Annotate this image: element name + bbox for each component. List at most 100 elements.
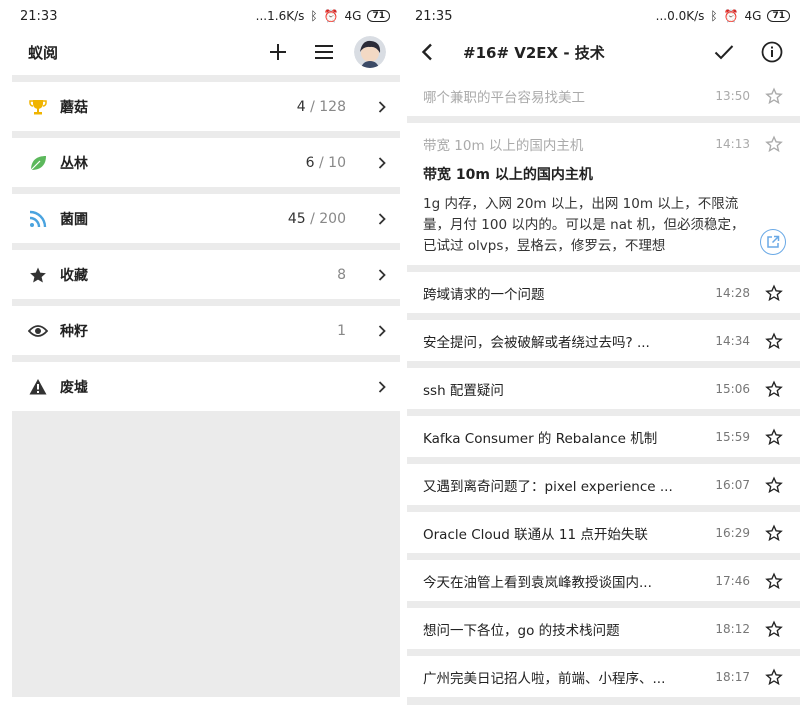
article-item[interactable]: 今天在油管上看到袁岚峰教授谈国内... 17:46 <box>407 560 800 601</box>
open-link-icon[interactable] <box>760 229 786 255</box>
category-item-ruins[interactable]: 废墟 <box>12 362 400 411</box>
info-icon[interactable] <box>758 38 786 66</box>
star-icon <box>28 265 48 285</box>
article-row: 安全提问，会被破解或者绕过去吗? ... 14:34 <box>423 320 784 361</box>
category-label: 种籽 <box>60 323 88 340</box>
left-screen: 21:33 ...1.6K/s ᛒ ⏰ 4G 71 蚁阅 蘑菇 4 / 128 … <box>0 0 400 705</box>
article-row: Kafka Consumer 的 Rebalance 机制 15:59 <box>423 416 784 457</box>
rss-icon <box>28 209 48 229</box>
menu-icon[interactable] <box>308 36 340 68</box>
star-outline-icon[interactable] <box>764 379 784 399</box>
leaf-icon <box>28 153 48 173</box>
article-row: 想问一下各位，go 的技术栈问题 18:12 <box>423 608 784 649</box>
alarm-icon: ⏰ <box>723 9 739 23</box>
category-count: 6 / 10 <box>305 154 346 171</box>
category-item-seeds[interactable]: 种籽 1 <box>12 306 400 355</box>
category-panel: 蘑菇 4 / 128 丛林 6 / 10 菌圃 45 / 200 收藏 8 种籽… <box>12 75 400 697</box>
chevron-right-icon <box>376 380 388 393</box>
star-outline-icon[interactable] <box>764 523 784 543</box>
avatar[interactable] <box>354 36 386 68</box>
battery-icon: 71 <box>367 10 390 22</box>
article-summary: 1g 内存，入网 20m 以上，出网 10m 以上，不限流量，月付 100 以内… <box>423 196 745 254</box>
star-outline-icon[interactable] <box>764 619 784 639</box>
article-item[interactable]: ssh 配置疑问 15:06 <box>407 368 800 409</box>
article-time: 16:07 <box>715 477 750 492</box>
article-row: 哪个兼职的平台容易找美工 13:50 <box>423 75 784 116</box>
back-arrow-icon[interactable] <box>421 43 445 61</box>
article-item[interactable]: 安全提问，会被破解或者绕过去吗? ... 14:34 <box>407 320 800 361</box>
network-speed: ...1.6K/s <box>255 9 305 23</box>
article-time: 15:59 <box>715 429 750 444</box>
chevron-right-icon <box>376 156 388 169</box>
star-outline-icon[interactable] <box>764 475 784 495</box>
article-item[interactable]: 跨域请求的一个问题 14:28 <box>407 272 800 313</box>
article-row: 今天在油管上看到袁岚峰教授谈国内... 17:46 <box>423 560 784 601</box>
star-outline-icon[interactable] <box>764 86 784 106</box>
article-title: Kafka Consumer 的 Rebalance 机制 <box>423 430 658 447</box>
category-item-favorites[interactable]: 收藏 8 <box>12 250 400 299</box>
category-label: 蘑菇 <box>60 99 88 116</box>
check-icon[interactable] <box>710 38 738 66</box>
bluetooth-icon: ᛒ <box>310 9 318 23</box>
battery-icon: 71 <box>767 10 790 22</box>
category-count: 8 <box>337 266 346 283</box>
alarm-icon: ⏰ <box>323 9 339 23</box>
article-item[interactable]: 想问一下各位，go 的技术栈问题 18:12 <box>407 608 800 649</box>
article-row: ssh 配置疑问 15:06 <box>423 368 784 409</box>
category-label: 收藏 <box>60 267 88 284</box>
article-title: 广州完美日记招人啦，前端、小程序、... <box>423 670 666 687</box>
article-time: 13:50 <box>715 88 750 103</box>
star-outline-icon[interactable] <box>764 283 784 303</box>
network-type: 4G <box>744 9 762 23</box>
app-title: 蚁阅 <box>28 43 59 62</box>
article-title: ssh 配置疑问 <box>423 382 504 399</box>
status-bar: 21:35 ...0.0K/s ᛒ ⏰ 4G 71 <box>407 0 800 32</box>
article-item[interactable]: 广州完美日记招人啦，前端、小程序、... 18:17 <box>407 656 800 697</box>
chevron-right-icon <box>376 268 388 281</box>
article-title: 哪个兼职的平台容易找美工 <box>423 89 585 106</box>
feed-title: #16# V2EX - 技术 <box>463 43 605 62</box>
article-time: 16:29 <box>715 525 750 540</box>
article-row: 又遇到离奇问题了：pixel experience ... 16:07 <box>423 464 784 505</box>
add-icon[interactable] <box>262 36 294 68</box>
article-title: 带宽 10m 以上的国内主机 <box>423 137 584 154</box>
status-time: 21:33 <box>20 8 58 24</box>
article-title: 今天在油管上看到袁岚峰教授谈国内... <box>423 574 652 591</box>
star-outline-icon[interactable] <box>764 427 784 447</box>
article-time: 14:28 <box>715 285 750 300</box>
article-item[interactable]: 又遇到离奇问题了：pixel experience ... 16:07 <box>407 464 800 505</box>
bluetooth-icon: ᛒ <box>710 9 718 23</box>
article-title: 安全提问，会被破解或者绕过去吗? ... <box>423 334 650 351</box>
star-outline-icon[interactable] <box>764 667 784 687</box>
article-row: Oracle Cloud 联通从 11 点开始失联 16:29 <box>423 512 784 553</box>
article-item[interactable]: 哪个兼职的平台容易找美工 13:50 <box>407 75 800 116</box>
article-item-expanded[interactable]: 带宽 10m 以上的国内主机 14:13 带宽 10m 以上的国内主机 1g 内… <box>407 123 800 265</box>
article-heading: 带宽 10m 以上的国内主机 <box>423 167 593 183</box>
article-title: 跨域请求的一个问题 <box>423 286 545 303</box>
category-count: 45 / 200 <box>287 210 346 227</box>
category-item-garden[interactable]: 菌圃 45 / 200 <box>12 194 400 243</box>
trophy-icon <box>28 97 48 117</box>
status-time: 21:35 <box>415 8 453 24</box>
star-outline-icon[interactable] <box>764 134 784 154</box>
article-list: 哪个兼职的平台容易找美工 13:50 带宽 10m 以上的国内主机 14:13 … <box>407 75 800 705</box>
star-outline-icon[interactable] <box>764 571 784 591</box>
status-icons: ...0.0K/s ᛒ ⏰ 4G 71 <box>656 9 790 23</box>
article-row: 带宽 10m 以上的国内主机 14:13 <box>423 123 784 164</box>
article-item[interactable]: Kafka Consumer 的 Rebalance 机制 15:59 <box>407 416 800 457</box>
chevron-right-icon <box>376 324 388 337</box>
right-screen: 21:35 ...0.0K/s ᛒ ⏰ 4G 71 #16# V2EX - 技术… <box>407 0 800 705</box>
category-item-mushroom[interactable]: 蘑菇 4 / 128 <box>12 82 400 131</box>
article-time: 14:13 <box>715 136 750 151</box>
article-time: 17:46 <box>715 573 750 588</box>
category-label: 丛林 <box>60 155 88 172</box>
eye-icon <box>28 321 48 341</box>
article-item[interactable]: Oracle Cloud 联通从 11 点开始失联 16:29 <box>407 512 800 553</box>
category-list: 蘑菇 4 / 128 丛林 6 / 10 菌圃 45 / 200 收藏 8 种籽… <box>12 75 400 411</box>
warning-icon <box>28 377 48 397</box>
article-time: 18:12 <box>715 621 750 636</box>
article-title: Oracle Cloud 联通从 11 点开始失联 <box>423 526 648 543</box>
category-item-jungle[interactable]: 丛林 6 / 10 <box>12 138 400 187</box>
category-count: 1 <box>337 322 346 339</box>
star-outline-icon[interactable] <box>764 331 784 351</box>
